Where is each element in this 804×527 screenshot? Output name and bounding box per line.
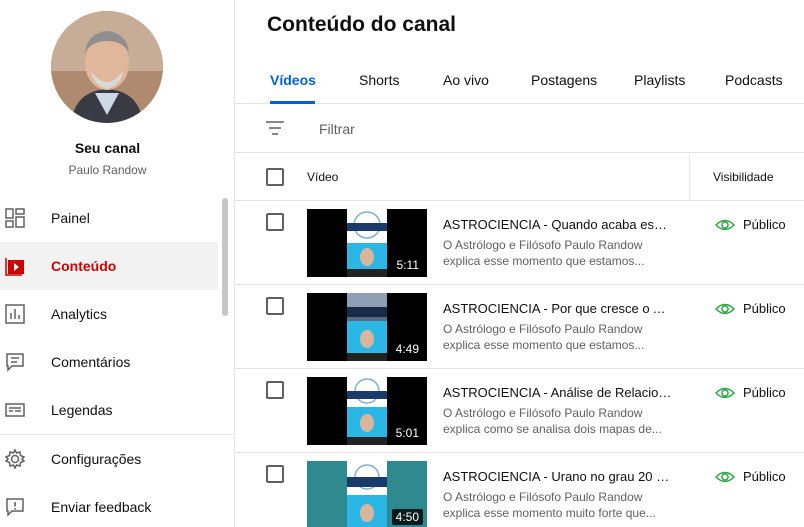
visibility-status[interactable]: Público — [715, 217, 786, 232]
visibility-status[interactable]: Público — [715, 301, 786, 316]
visibility-label: Público — [743, 385, 786, 400]
tab-playlists[interactable]: Playlists — [634, 72, 685, 88]
thumbnail-image — [347, 461, 387, 527]
column-header-visibility[interactable]: Visibilidade — [713, 170, 774, 184]
tab-postagens[interactable]: Postagens — [531, 72, 597, 88]
video-thumbnail[interactable]: 4:50 — [307, 461, 427, 527]
video-thumbnail[interactable]: 4:49 — [307, 293, 427, 361]
studio-app: Seu canal Paulo Randow Painel Conteúdo A… — [0, 0, 804, 527]
dashboard-icon — [5, 208, 25, 228]
eye-icon — [715, 219, 735, 230]
tab-shorts[interactable]: Shorts — [359, 72, 399, 88]
video-title[interactable]: ASTROCIENCIA - Análise de Relaciona... — [443, 385, 673, 400]
video-description: O Astrólogo e Filósofo Paulo Randow expl… — [443, 321, 665, 353]
filter-bar: Filtrar — [235, 104, 804, 153]
visibility-label: Público — [743, 469, 786, 484]
channel-avatar[interactable] — [51, 11, 163, 123]
feedback-icon — [6, 498, 24, 517]
select-all-checkbox[interactable] — [266, 168, 284, 186]
row-checkbox[interactable] — [266, 213, 284, 231]
eye-icon — [715, 303, 735, 314]
column-header-video[interactable]: Vídeo — [307, 170, 338, 184]
sidebar-item-analytics[interactable]: Analytics — [0, 290, 218, 338]
analytics-icon — [5, 304, 25, 324]
sidebar-item-feedback[interactable]: Enviar feedback — [0, 483, 218, 527]
filter-input[interactable]: Filtrar — [319, 121, 355, 137]
main-content: Conteúdo do canal Vídeos Shorts Ao vivo … — [235, 0, 804, 527]
sidebar-nav: Painel Conteúdo Analytics Comentários Le… — [0, 194, 235, 527]
thumbnail-image — [347, 293, 387, 361]
video-description: O Astrólogo e Filósofo Paulo Randow expl… — [443, 405, 665, 437]
video-description-line: explica esse momento que estamos... — [443, 254, 645, 268]
page-title: Conteúdo do canal — [267, 13, 456, 36]
channel-title: Seu canal — [74, 140, 141, 156]
tab-videos[interactable]: Vídeos — [270, 72, 316, 88]
eye-icon — [715, 387, 735, 398]
video-description-line: O Astrólogo e Filósofo Paulo Randow — [443, 238, 643, 252]
sidebar-item-configuracoes[interactable]: Configurações — [0, 435, 218, 483]
visibility-status[interactable]: Público — [715, 385, 786, 400]
tab-ao-vivo[interactable]: Ao vivo — [443, 72, 489, 88]
video-duration: 5:01 — [391, 425, 423, 441]
table-row[interactable]: 4:49 ASTROCIENCIA - Por que cresce o Aut… — [235, 285, 804, 369]
video-description-line: O Astrólogo e Filósofo Paulo Randow — [443, 322, 643, 336]
video-title[interactable]: ASTROCIENCIA - Urano no grau 20 de T... — [443, 469, 673, 484]
video-description-line: explica como se analisa dois mapas de... — [443, 422, 662, 436]
column-divider — [689, 153, 690, 201]
video-duration: 4:49 — [391, 341, 423, 357]
gear-icon — [4, 448, 26, 470]
row-checkbox[interactable] — [266, 297, 284, 315]
video-thumbnail[interactable]: 5:11 — [307, 209, 427, 277]
sidebar-item-label: Conteúdo — [51, 258, 117, 274]
video-duration: 4:50 — [391, 509, 423, 525]
content-tabs: Vídeos Shorts Ao vivo Postagens Playlist… — [235, 60, 804, 104]
thumbnail-image — [347, 377, 387, 445]
sidebar-item-legendas[interactable]: Legendas — [0, 386, 218, 434]
sidebar: Seu canal Paulo Randow Painel Conteúdo A… — [0, 0, 235, 527]
video-description-line: O Astrólogo e Filósofo Paulo Randow — [443, 490, 643, 504]
sidebar-item-label: Legendas — [51, 402, 113, 418]
visibility-label: Público — [743, 301, 786, 316]
sidebar-item-label: Configurações — [51, 451, 142, 467]
subtitles-icon — [5, 403, 25, 417]
comments-icon — [6, 353, 24, 372]
sidebar-scrollbar[interactable] — [222, 198, 228, 316]
video-description: O Astrólogo e Filósofo Paulo Randow expl… — [443, 237, 665, 269]
thumbnail-image — [347, 209, 387, 277]
table-row[interactable]: 5:11 ASTROCIENCIA - Quando acaba esse ..… — [235, 201, 804, 285]
video-title[interactable]: ASTROCIENCIA - Por que cresce o Auti... — [443, 301, 673, 316]
sidebar-item-painel[interactable]: Painel — [0, 194, 218, 242]
sidebar-item-label: Enviar feedback — [51, 499, 152, 515]
sidebar-item-comentarios[interactable]: Comentários — [0, 338, 218, 386]
tab-podcasts[interactable]: Podcasts — [725, 72, 783, 88]
visibility-label: Público — [743, 217, 786, 232]
sidebar-item-label: Painel — [51, 210, 90, 226]
video-thumbnail[interactable]: 5:01 — [307, 377, 427, 445]
content-icon — [5, 258, 24, 276]
table-row[interactable]: 5:01 ASTROCIENCIA - Análise de Relaciona… — [235, 369, 804, 453]
sidebar-item-conteudo[interactable]: Conteúdo — [0, 242, 218, 290]
row-checkbox[interactable] — [266, 465, 284, 483]
eye-icon — [715, 471, 735, 482]
table-row[interactable]: 4:50 ASTROCIENCIA - Urano no grau 20 de … — [235, 453, 804, 527]
sidebar-item-label: Comentários — [51, 354, 131, 370]
video-title[interactable]: ASTROCIENCIA - Quando acaba esse ... — [443, 217, 673, 232]
row-checkbox[interactable] — [266, 381, 284, 399]
video-description-line: O Astrólogo e Filósofo Paulo Randow — [443, 406, 643, 420]
channel-name: Paulo Randow — [68, 163, 147, 177]
video-duration: 5:11 — [392, 257, 423, 273]
video-description: O Astrólogo e Filósofo Paulo Randow expl… — [443, 489, 665, 521]
visibility-status[interactable]: Público — [715, 469, 786, 484]
video-description-line: explica esse momento muito forte que... — [443, 506, 656, 520]
sidebar-item-label: Analytics — [51, 306, 108, 322]
video-description-line: explica esse momento que estamos... — [443, 338, 645, 352]
filter-icon[interactable] — [266, 120, 284, 136]
table-header: Vídeo Visibilidade — [235, 153, 804, 201]
